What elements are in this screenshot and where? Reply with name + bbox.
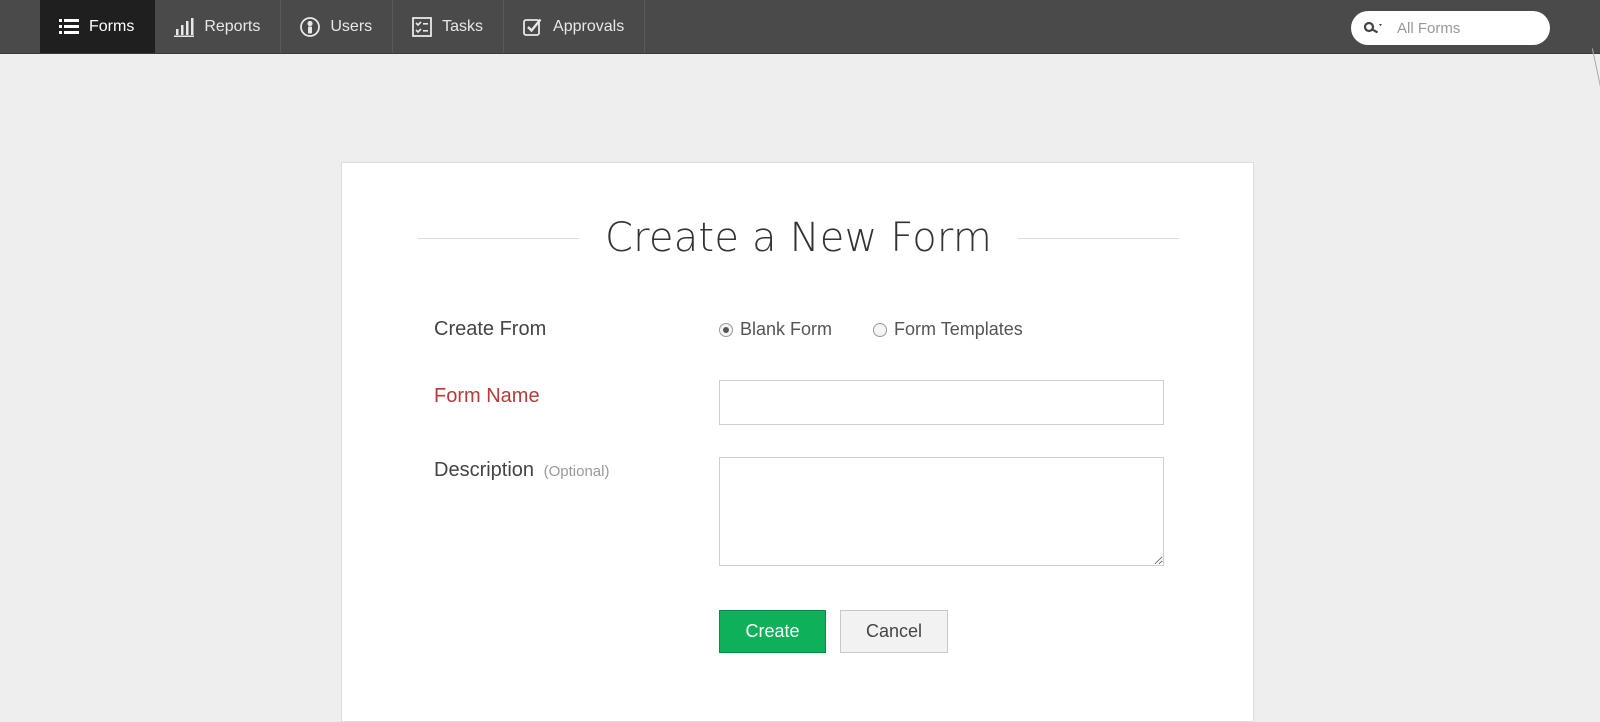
nav-item-tasks[interactable]: Tasks [393,0,505,53]
nav-item-label: Forms [89,17,135,35]
nav-item-label: Users [330,17,373,35]
title-row: Create a New Form [418,213,1180,263]
radio-blank-form[interactable]: Blank Form [719,319,832,340]
description-label-group: Description (Optional) [434,459,609,482]
radio-form-templates[interactable]: Form Templates [873,319,1023,340]
nav-item-label: Reports [204,17,261,35]
scrollbar-edge [1591,48,1600,88]
cancel-button[interactable]: Cancel [840,610,948,653]
form-name-label: Form Name [434,385,540,407]
description-label: Description [434,459,535,481]
checkbox-check-icon [522,16,544,38]
search-key-icon [1363,21,1389,35]
description-textarea[interactable] [719,457,1164,566]
form-name-input[interactable] [719,380,1164,425]
search-input[interactable] [1395,18,1539,38]
radio-label: Blank Form [740,319,833,339]
list-icon [58,16,80,38]
page-title: Create a New Form [605,215,992,261]
top-navigation-bar: Forms Reports Users Tasks Approvals [0,0,1600,54]
bar-chart-icon [173,16,195,38]
nav-item-reports[interactable]: Reports [155,0,282,53]
radio-button-unchecked[interactable] [873,322,888,337]
nav-item-label: Tasks [442,17,484,35]
checklist-icon [411,16,433,38]
divider-left [418,237,580,239]
nav-item-forms[interactable]: Forms [40,0,156,53]
nav-item-approvals[interactable]: Approvals [504,0,646,53]
radio-label: Form Templates [894,319,1023,339]
create-form-card: Create a New Form Create From Blank Form… [341,162,1254,722]
radio-button-checked[interactable] [719,322,733,337]
optional-hint: (Optional) [543,463,610,480]
nav-item-users[interactable]: Users [281,0,394,53]
create-from-label: Create From [434,318,547,340]
divider-right [1018,237,1180,239]
main-nav: Forms Reports Users Tasks Approvals [40,0,646,54]
create-from-options: Blank Form Form Templates [719,319,1064,340]
user-circle-icon [299,16,321,38]
search-box[interactable] [1351,11,1550,45]
create-button[interactable]: Create [719,610,826,653]
nav-item-label: Approvals [553,17,625,35]
